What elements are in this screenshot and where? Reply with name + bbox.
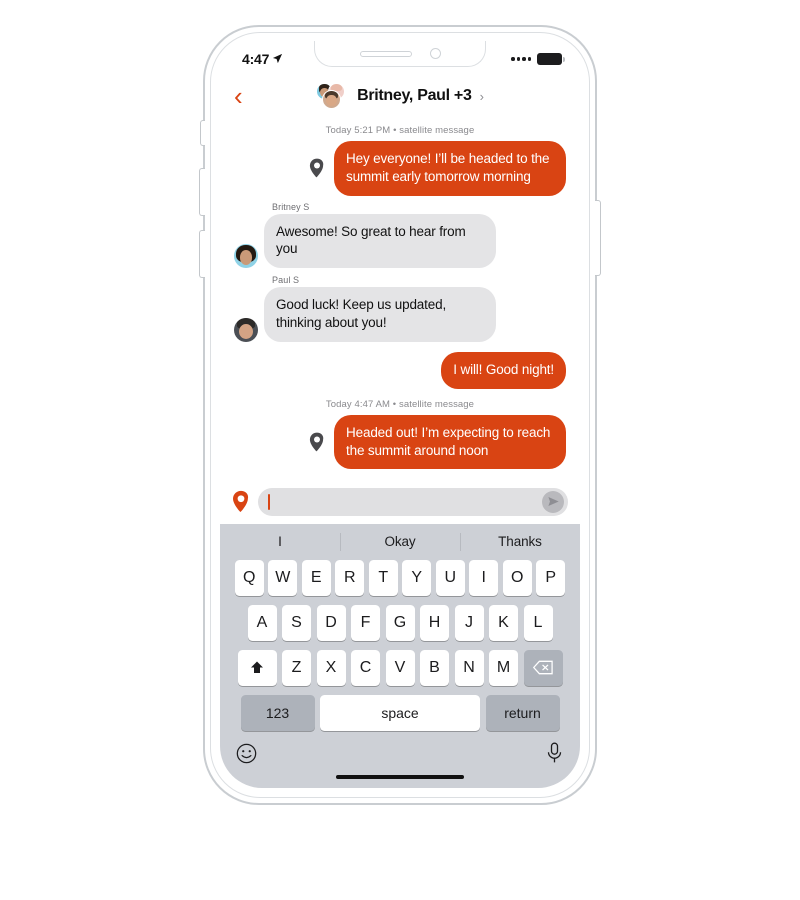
message-bubble: I will! Good night! <box>441 351 566 389</box>
avatar-britney <box>316 83 334 100</box>
message-row-sent: Headed out! I’m expecting to reach the s… <box>234 414 566 470</box>
key-d[interactable]: D <box>316 604 346 641</box>
message-input-bar <box>220 483 580 524</box>
battery-icon <box>537 53 565 65</box>
message-bubble: Hey everyone! I’ll be headed to the summ… <box>334 141 566 196</box>
satellite-location-pin-icon <box>300 158 334 178</box>
key-t[interactable]: T <box>368 559 398 596</box>
prediction-2[interactable]: Thanks <box>460 534 580 549</box>
back-button[interactable]: ‹ <box>234 83 260 109</box>
space-key[interactable]: space <box>320 694 480 731</box>
message-list: Today 5:21 PM • satellite message Hey ev… <box>220 116 580 484</box>
message-row-sent: I will! Good night! <box>234 351 566 389</box>
shift-key[interactable] <box>237 649 277 686</box>
prediction-1[interactable]: Okay <box>340 534 460 549</box>
key-x[interactable]: X <box>316 649 346 686</box>
cellular-signal-icon <box>511 57 531 61</box>
message-sender-name: Paul S <box>272 275 300 286</box>
key-q[interactable]: Q <box>234 559 264 596</box>
key-a[interactable]: A <box>247 604 277 641</box>
volume-down-button[interactable] <box>199 230 205 278</box>
backspace-icon <box>533 660 553 675</box>
message-input-field[interactable] <box>258 487 568 516</box>
key-e[interactable]: E <box>301 559 331 596</box>
message-group-received: Britney S Awesome! So great to hear from… <box>234 199 566 269</box>
key-l[interactable]: L <box>523 604 553 641</box>
key-b[interactable]: B <box>420 649 449 686</box>
conversation-title: Britney, Paul +3 <box>357 87 472 104</box>
text-cursor <box>268 493 270 510</box>
status-bar-right <box>511 53 565 65</box>
key-m[interactable]: M <box>489 649 518 686</box>
key-j[interactable]: J <box>454 604 484 641</box>
location-services-icon <box>272 51 283 67</box>
message-sender-name: Britney S <box>272 201 310 212</box>
key-h[interactable]: H <box>420 604 449 641</box>
key-p[interactable]: P <box>536 559 566 596</box>
shift-arrow-icon <box>251 661 263 673</box>
numbers-key[interactable]: 123 <box>240 694 315 731</box>
status-time: 4:47 <box>242 51 270 67</box>
status-bar-left: 4:47 <box>242 51 283 67</box>
avatar-paul-message <box>234 317 258 342</box>
keyboard-bottom-row <box>220 737 580 775</box>
front-camera-icon <box>429 48 441 59</box>
avatar-third <box>328 83 346 100</box>
screenshot-stage: 4:47 ‹ Britney, Paul +3 › Today 5:21 PM … <box>0 0 800 900</box>
emoji-icon[interactable] <box>236 743 257 769</box>
key-z[interactable]: Z <box>282 649 311 686</box>
message-bubble: Awesome! So great to hear from you <box>264 213 496 269</box>
key-f[interactable]: F <box>351 604 380 641</box>
microphone-icon[interactable] <box>545 742 564 769</box>
keyboard-row-3: Z X C V B N M <box>220 649 580 686</box>
keyboard-row-2: A S D F G H J K L <box>220 604 580 641</box>
conversation-header[interactable]: Britney, Paul +3 › <box>220 83 580 109</box>
backspace-key[interactable] <box>523 649 563 686</box>
phone-screen: 4:47 ‹ Britney, Paul +3 › Today 5:21 PM … <box>220 42 580 788</box>
prediction-0[interactable]: I <box>220 534 340 549</box>
volume-up-button[interactable] <box>199 168 205 216</box>
key-c[interactable]: C <box>351 649 380 686</box>
key-k[interactable]: K <box>489 604 518 641</box>
key-w[interactable]: W <box>268 559 298 596</box>
avatar-group <box>316 83 350 109</box>
key-y[interactable]: Y <box>402 559 432 596</box>
key-o[interactable]: O <box>502 559 532 596</box>
navigation-bar: ‹ Britney, Paul +3 › <box>220 76 580 116</box>
on-screen-keyboard: I Okay Thanks Q W E R T Y U I O P A S D … <box>220 523 580 788</box>
return-key[interactable]: return <box>485 694 560 731</box>
avatar-britney-message <box>234 244 258 269</box>
share-location-icon[interactable] <box>232 490 250 513</box>
home-indicator[interactable] <box>336 774 464 779</box>
keyboard-row-1: Q W E R T Y U I O P <box>220 559 580 596</box>
home-indicator-wrap <box>220 774 580 787</box>
key-v[interactable]: V <box>385 649 415 686</box>
key-n[interactable]: N <box>454 649 484 686</box>
satellite-location-pin-icon <box>300 432 334 452</box>
send-button[interactable] <box>542 490 564 513</box>
message-row-sent: Hey everyone! I’ll be headed to the summ… <box>234 141 566 196</box>
silent-switch-button[interactable] <box>200 120 205 146</box>
message-group-received: Paul S Good luck! Keep us updated, think… <box>234 272 566 342</box>
device-notch <box>314 41 486 67</box>
key-g[interactable]: G <box>385 604 415 641</box>
message-timestamp: Today 5:21 PM • satellite message <box>325 125 475 136</box>
power-button[interactable] <box>595 200 601 276</box>
predictive-text-bar: I Okay Thanks <box>220 523 580 560</box>
message-bubble: Headed out! I’m expecting to reach the s… <box>334 414 566 470</box>
message-timestamp: Today 4:47 AM • satellite message <box>325 398 475 410</box>
key-r[interactable]: R <box>335 559 365 596</box>
chevron-right-icon: › <box>479 88 484 104</box>
message-bubble: Good luck! Keep us updated, thinking abo… <box>264 287 496 342</box>
avatar-paul <box>322 90 342 109</box>
key-i[interactable]: I <box>469 559 499 596</box>
key-u[interactable]: U <box>435 559 465 596</box>
key-s[interactable]: S <box>282 604 311 641</box>
keyboard-row-4: 123 space return <box>220 694 580 731</box>
earpiece-speaker-icon <box>359 50 412 57</box>
